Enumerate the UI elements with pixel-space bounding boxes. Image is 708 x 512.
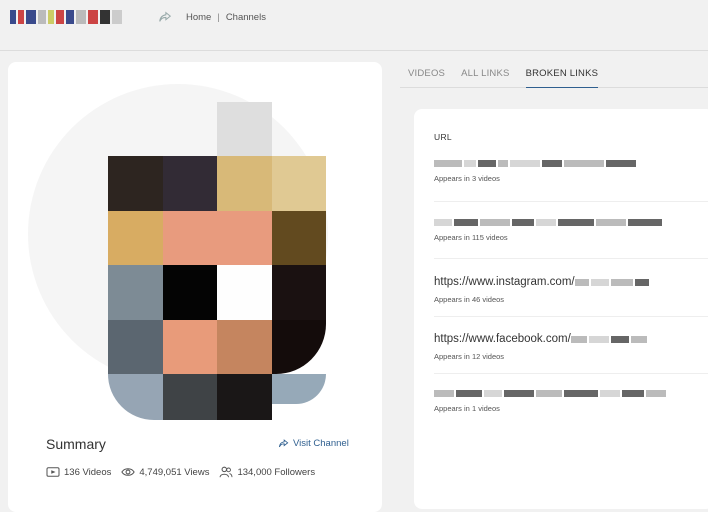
share-arrow-icon — [278, 439, 289, 448]
visit-channel-label: Visit Channel — [293, 438, 349, 449]
followers-icon — [219, 466, 233, 478]
summary-title: Summary — [46, 436, 106, 452]
link-appears-count: Appears in 46 videos — [434, 295, 505, 304]
visit-channel-link[interactable]: Visit Channel — [278, 438, 349, 449]
breadcrumb-home[interactable]: Home — [186, 12, 211, 23]
channel-logo[interactable] — [10, 9, 122, 25]
link-url[interactable]: https://www.facebook.com/ — [434, 333, 708, 345]
tab-broken-links[interactable]: BROKEN LINKS — [525, 62, 599, 88]
tab-all-links[interactable]: ALL LINKS — [461, 62, 509, 87]
channel-stats: 136 Videos 4,749,051 Views 134,000 Follo… — [46, 466, 315, 478]
video-icon — [46, 467, 60, 477]
breadcrumb: Home | Channels — [186, 12, 266, 23]
link-row[interactable]: Appears in 3 videos — [434, 160, 708, 183]
row-divider — [434, 258, 708, 259]
followers-count: 134,000 Followers — [237, 466, 316, 478]
share-icon[interactable] — [158, 10, 172, 24]
link-appears-count: Appears in 1 videos — [434, 404, 500, 413]
link-row[interactable]: Appears in 115 videos — [434, 219, 708, 242]
eye-icon — [121, 468, 136, 476]
followers-stat: 134,000 Followers — [219, 466, 315, 478]
link-url[interactable]: https://www.instagram.com/ — [434, 276, 708, 288]
top-bar: Home | Channels — [0, 0, 708, 51]
link-url[interactable] — [434, 219, 708, 226]
link-appears-count: Appears in 3 videos — [434, 174, 500, 183]
channel-avatar — [108, 102, 326, 420]
link-appears-count: Appears in 12 videos — [434, 352, 505, 361]
link-row[interactable]: https://www.facebook.com/ Appears in 12 … — [434, 333, 708, 361]
breadcrumb-separator: | — [217, 12, 220, 23]
row-divider — [434, 201, 708, 202]
tab-videos[interactable]: VIDEOS — [408, 62, 445, 87]
row-divider — [434, 373, 708, 374]
breadcrumb-channels[interactable]: Channels — [226, 12, 266, 23]
url-column-header: URL — [434, 132, 452, 142]
link-row[interactable]: Appears in 1 videos — [434, 390, 708, 413]
link-row[interactable]: https://www.instagram.com/ Appears in 46… — [434, 276, 708, 304]
content-tabs: VIDEOS ALL LINKS BROKEN LINKS — [400, 62, 708, 88]
views-stat: 4,749,051 Views — [121, 466, 209, 478]
link-url[interactable] — [434, 390, 708, 397]
views-count: 4,749,051 Views — [139, 466, 210, 478]
videos-count: 136 Videos — [64, 466, 112, 478]
link-appears-count: Appears in 115 videos — [434, 233, 508, 242]
link-url[interactable] — [434, 160, 708, 167]
videos-stat: 136 Videos — [46, 466, 111, 478]
row-divider — [434, 316, 708, 317]
